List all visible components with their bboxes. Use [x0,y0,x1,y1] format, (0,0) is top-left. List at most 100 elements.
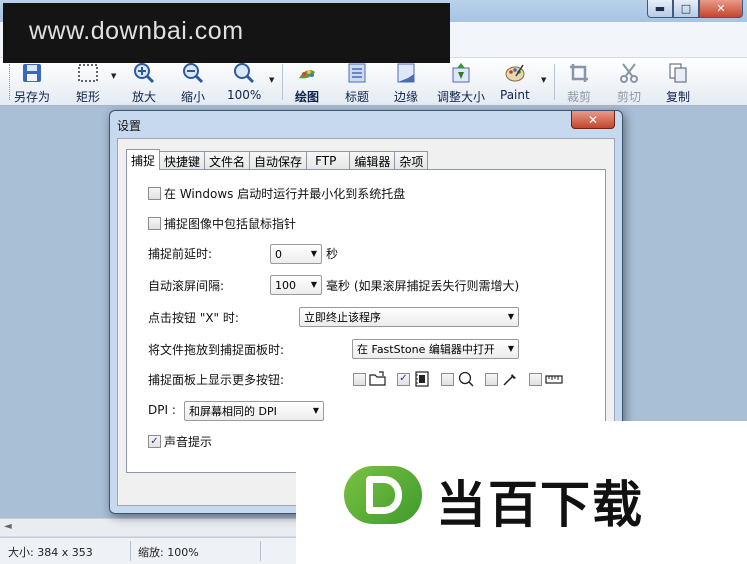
rectangle-select-icon [77,62,99,84]
color-picker-icon [501,371,519,387]
copy-button[interactable]: 复制 [666,60,690,104]
paint-label: Paint [500,88,530,102]
open-folder-icon [369,371,387,387]
startup-option[interactable]: 在 Windows 启动时运行并最小化到系统托盘 [148,185,405,202]
rectangle-button[interactable]: 矩形 [76,60,100,104]
save-as-label: 另存为 [14,90,51,104]
scroll-interval-select[interactable]: 100 ▼ [270,275,322,295]
paint-button[interactable]: Paint [500,60,530,104]
status-divider [130,541,131,561]
dpi-select[interactable]: 和屏幕相同的 DPI ▼ [184,401,324,421]
scroll-left-icon[interactable]: ◄ [4,521,12,532]
x-button-row: 点击按钮 "X" 时: [148,309,239,326]
dialog-close-button[interactable]: ✕ [571,111,615,129]
scroll-interval-unit: 毫秒 (如果滚屏捕捉丢失行则需增大) [326,279,520,293]
window-controls: ▬ □ ✕ [647,0,743,18]
zoom-out-label: 缩小 [181,90,206,104]
watermark-brand-text: 当百下载 [436,476,644,534]
status-image-size: 大小: 384 x 353 [8,546,93,559]
more-buttons-group: ✓ [353,371,573,387]
edge-button[interactable]: 边缘 [394,60,418,104]
drop-file-action-value: 在 FastStone 编辑器中打开 [357,343,495,356]
logo-letter-shape [366,476,402,514]
horizontal-scrollbar[interactable]: ◄ [0,518,300,536]
tab-ftp[interactable]: FTP [306,151,351,170]
minimize-button[interactable]: ▬ [647,0,673,18]
sound-option[interactable]: ✓ 声音提示 [148,433,212,450]
caption-label: 标题 [345,90,370,104]
drop-file-label: 将文件拖放到捕捉面板时: [148,343,285,357]
delay-label: 捕捉前延时: [148,247,213,261]
zoom-actual-label: 100% [227,88,262,102]
toolbar-separator [554,64,555,100]
startup-checkbox[interactable] [148,187,161,200]
caption-button[interactable]: 标题 [345,60,369,104]
magnifier-icon [457,371,475,387]
sound-checkbox[interactable]: ✓ [148,435,161,448]
zoom-dropdown-arrow[interactable]: ▼ [269,76,274,84]
tab-hotkeys[interactable]: 快捷键 [159,151,206,170]
caption-icon [346,62,368,84]
x-button-label: 点击按钮 "X" 时: [148,311,239,325]
toolbar: 另存为 矩形 ▼ 放大 缩小 100% ▼ 绘图 标题 边缘 调整大小 Pain… [0,58,747,106]
zoom-out-button[interactable]: 缩小 [181,60,205,104]
tab-misc[interactable]: 杂项 [394,151,429,170]
status-divider [260,541,261,561]
magnifier-checkbox[interactable] [441,372,454,386]
rectangle-dropdown-arrow[interactable]: ▼ [111,72,116,80]
delay-select[interactable]: 0 ▼ [270,244,322,264]
tab-autosave[interactable]: 自动保存 [249,151,308,170]
paint-dropdown-arrow[interactable]: ▼ [541,76,546,84]
delay-unit-row: 秒 [326,245,338,262]
color-picker-checkbox[interactable] [485,372,498,386]
edge-icon [395,62,417,84]
include-cursor-label: 捕捉图像中包括鼠标指针 [164,217,297,231]
startup-label: 在 Windows 启动时运行并最小化到系统托盘 [164,187,406,201]
downbai-logo-icon [344,466,422,524]
toolbar-grip[interactable] [9,64,11,100]
ruler-checkbox[interactable] [529,372,542,386]
drop-file-action-select[interactable]: 在 FastStone 编辑器中打开 ▼ [352,339,519,359]
sound-label: 声音提示 [164,435,213,449]
status-zoom: 缩放: 100% [138,546,199,559]
include-cursor-option[interactable]: 捕捉图像中包括鼠标指针 [148,215,296,232]
zoom-in-label: 放大 [132,90,157,104]
maximize-button[interactable]: □ [673,0,699,18]
scroll-interval-value: 100 [275,278,296,292]
crop-button[interactable]: 裁剪 [567,60,591,104]
watermark-logo-panel: 当百下载 [296,421,747,564]
zoom-actual-button[interactable]: 100% [227,60,261,104]
zoom-out-icon [182,62,204,84]
zoom-actual-icon [233,62,255,84]
chevron-down-icon: ▼ [507,312,514,321]
delay-value: 0 [275,247,282,261]
dialog-title: 设置 [117,119,142,133]
resize-icon [450,62,472,84]
chevron-down-icon: ▼ [310,249,317,258]
x-button-action-value: 立即终止该程序 [304,311,381,324]
film-icon [413,371,431,387]
include-cursor-checkbox[interactable] [148,217,161,230]
open-folder-checkbox[interactable] [353,372,366,386]
cut-button[interactable]: 剪切 [617,60,641,104]
resize-button[interactable]: 调整大小 [437,60,485,104]
dpi-value: 和屏幕相同的 DPI [189,405,277,418]
film-checkbox[interactable]: ✓ [397,372,410,386]
close-button[interactable]: ✕ [699,0,743,18]
cut-icon [618,62,640,84]
zoom-in-icon [133,62,155,84]
more-buttons-row: 捕捉面板上显示更多按钮: [148,371,284,388]
scroll-interval-label: 自动滚屏间隔: [148,279,225,293]
resize-label: 调整大小 [437,90,486,104]
zoom-in-button[interactable]: 放大 [132,60,156,104]
tab-capture[interactable]: 捕捉 [126,149,161,170]
tab-filename[interactable]: 文件名 [204,151,251,170]
draw-button[interactable]: 绘图 [295,60,319,104]
edge-label: 边缘 [394,90,419,104]
save-as-button[interactable]: 另存为 [14,60,50,104]
tab-editor[interactable]: 编辑器 [349,151,396,170]
toolbar-separator [282,64,283,100]
x-button-action-select[interactable]: 立即终止该程序 ▼ [299,307,519,327]
draw-icon [296,62,318,84]
paint-icon [504,62,526,84]
